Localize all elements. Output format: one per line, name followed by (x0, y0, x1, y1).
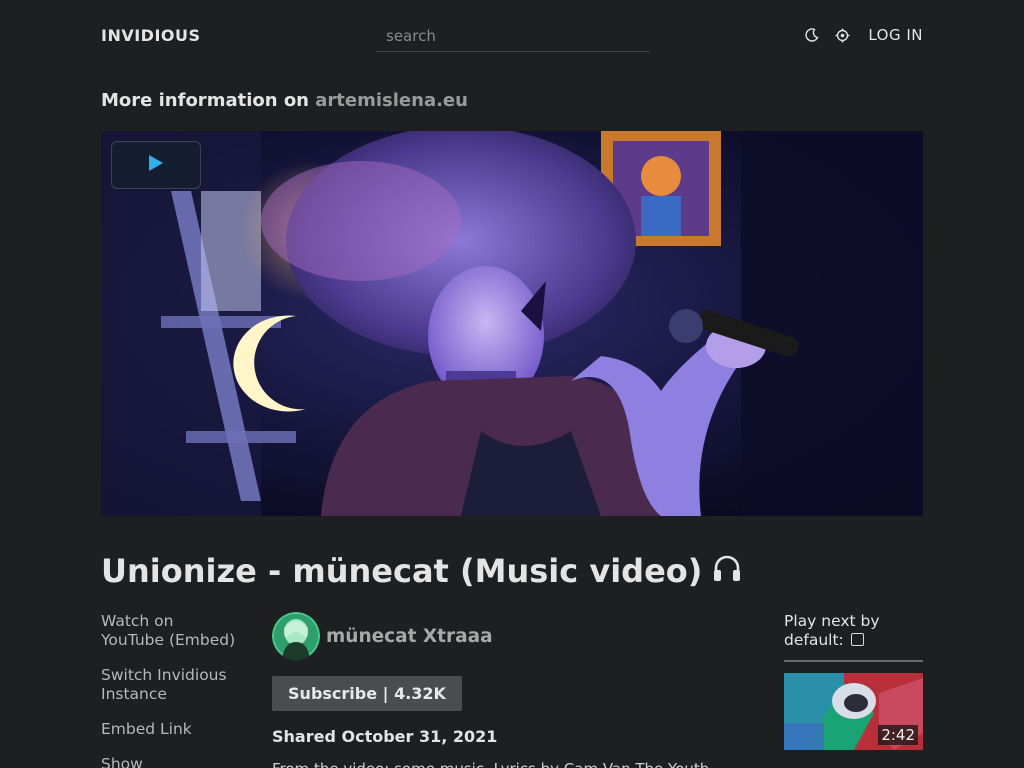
login-link[interactable]: LOG IN (868, 26, 923, 44)
search-input[interactable] (376, 20, 650, 52)
nav-actions: LOG IN (804, 24, 923, 46)
video-description: From the video: some music. Lyrics by Ca… (272, 760, 752, 768)
show-item: Show (101, 755, 251, 768)
brand-logo[interactable]: INVIDIOUS (101, 26, 201, 45)
avatar[interactable] (272, 612, 320, 660)
embed-paren-close: ) (229, 631, 236, 649)
divider (784, 660, 923, 662)
video-poster (101, 131, 923, 516)
embed-link-inline[interactable]: Embed (175, 631, 229, 649)
video-title: Unionize - münecat (Music video) (101, 552, 742, 590)
switch-instance: Switch Invidious Instance (101, 666, 251, 704)
watch-on-youtube: Watch on YouTube (Embed) (101, 612, 251, 650)
watch-page: INVIDIOUS search LOG IN More information… (0, 0, 1024, 768)
top-navbar: INVIDIOUS search LOG IN (0, 0, 1024, 70)
video-links: Watch on YouTube (Embed) Switch Invidiou… (101, 612, 251, 768)
embed-link-item: Embed Link (101, 720, 251, 739)
video-player[interactable] (101, 131, 923, 516)
more-info-prefix: More information on (101, 90, 309, 111)
video-title-text: Unionize - münecat (Music video) (101, 552, 703, 590)
gear-icon[interactable] (834, 24, 850, 46)
play-icon (149, 155, 163, 175)
search-box (376, 20, 650, 53)
next-video-thumbnail[interactable]: 2:42 (784, 673, 923, 750)
play-button[interactable] (111, 141, 201, 189)
play-next-toggle: Play next by default: (784, 612, 923, 650)
channel-name[interactable]: münecat Xtraaa (326, 626, 493, 647)
youtube-link[interactable]: YouTube (101, 631, 164, 649)
shared-date: Shared October 31, 2021 (272, 727, 498, 746)
headphones-icon (712, 552, 742, 590)
embed-link[interactable]: Embed Link (101, 720, 192, 738)
subscribe-button[interactable]: Subscribe | 4.32K (272, 676, 462, 711)
embed-paren-open: ( (164, 631, 176, 649)
show-link[interactable]: Show (101, 755, 143, 768)
moon-icon[interactable] (804, 24, 820, 46)
instance-link[interactable]: artemislena.eu (315, 90, 468, 111)
play-next-checkbox[interactable] (850, 633, 864, 646)
switch-instance-link[interactable]: Switch Invidious Instance (101, 666, 227, 703)
watch-on-label[interactable]: Watch on (101, 612, 174, 630)
play-next-label: Play next by default: (784, 612, 880, 649)
channel-info: münecat Xtraaa (272, 612, 493, 660)
more-info-line: More information on artemislena.eu (101, 90, 468, 111)
video-duration: 2:42 (878, 725, 918, 745)
